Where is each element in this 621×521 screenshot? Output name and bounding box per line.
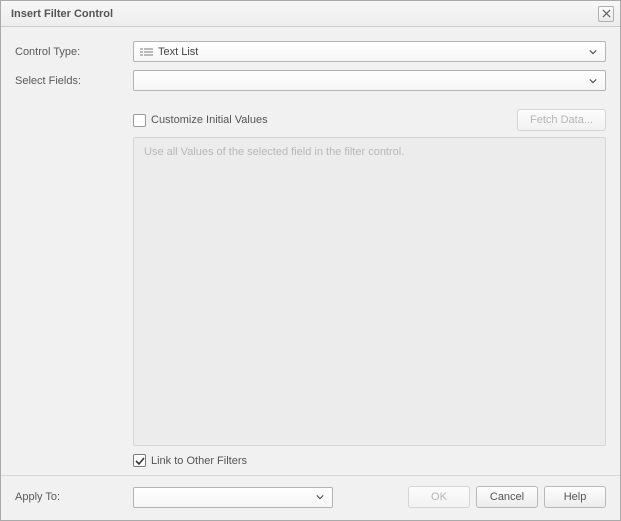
- help-button-label: Help: [564, 491, 587, 503]
- control-type-row: Control Type: Text List: [15, 41, 606, 62]
- customize-row: Customize Initial Values Fetch Data...: [133, 109, 606, 131]
- chevron-down-icon: [312, 493, 328, 501]
- customize-checkbox-group[interactable]: Customize Initial Values: [133, 114, 268, 127]
- link-filters-checkbox-group[interactable]: Link to Other Filters: [133, 454, 247, 467]
- insert-filter-control-dialog: Insert Filter Control Control Type:: [0, 0, 621, 521]
- control-type-combo[interactable]: Text List: [133, 41, 606, 62]
- fetch-data-button-label: Fetch Data...: [530, 114, 593, 126]
- titlebar: Insert Filter Control: [1, 1, 620, 27]
- ok-button[interactable]: OK: [408, 486, 470, 508]
- select-fields-row: Select Fields:: [15, 70, 606, 91]
- cancel-button[interactable]: Cancel: [476, 486, 538, 508]
- cancel-button-label: Cancel: [490, 491, 524, 503]
- initial-values-area: Use all Values of the selected field in …: [133, 137, 606, 446]
- text-list-icon: [140, 47, 154, 57]
- apply-to-label: Apply To:: [15, 491, 133, 503]
- control-type-label: Control Type:: [15, 46, 133, 58]
- link-filters-row: Link to Other Filters: [133, 454, 606, 467]
- check-icon: [135, 456, 145, 466]
- dialog-footer: Apply To: OK Cancel Help: [1, 475, 620, 520]
- apply-to-combo[interactable]: [133, 487, 333, 508]
- select-fields-label: Select Fields:: [15, 75, 133, 87]
- ok-button-label: OK: [431, 491, 447, 503]
- close-icon: [602, 9, 611, 18]
- control-type-value: Text List: [158, 46, 585, 58]
- link-filters-checkbox[interactable]: [133, 454, 146, 467]
- select-fields-combo[interactable]: [133, 70, 606, 91]
- values-placeholder-text: Use all Values of the selected field in …: [144, 146, 404, 158]
- help-button[interactable]: Help: [544, 486, 606, 508]
- customize-checkbox-label: Customize Initial Values: [151, 114, 268, 126]
- dialog-title: Insert Filter Control: [11, 8, 598, 20]
- close-button[interactable]: [598, 6, 614, 22]
- customize-checkbox[interactable]: [133, 114, 146, 127]
- chevron-down-icon: [585, 48, 601, 56]
- dialog-body: Control Type: Text List: [1, 27, 620, 475]
- link-filters-checkbox-label: Link to Other Filters: [151, 455, 247, 467]
- chevron-down-icon: [585, 77, 601, 85]
- fetch-data-button[interactable]: Fetch Data...: [517, 109, 606, 131]
